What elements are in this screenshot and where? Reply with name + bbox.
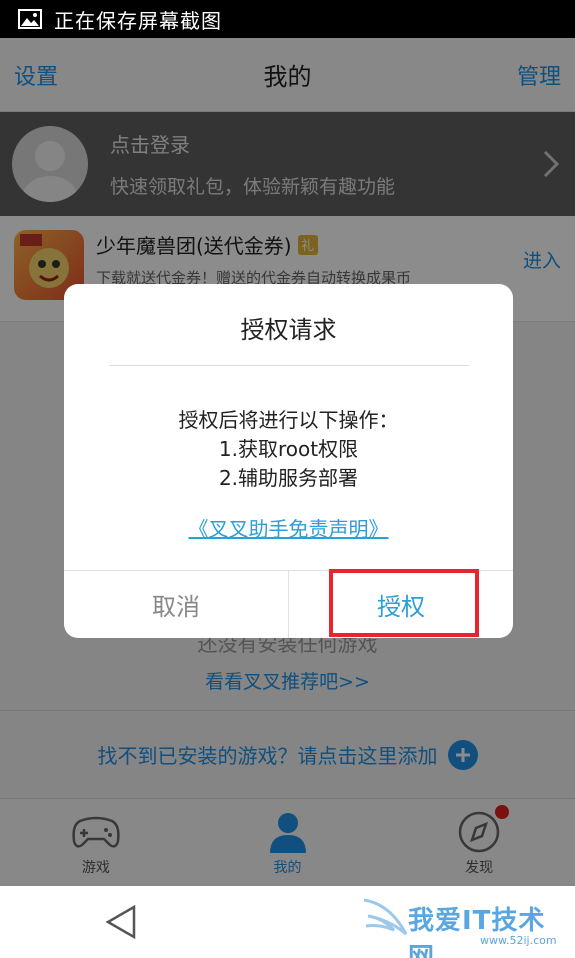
highlight-box [329,569,479,637]
dialog-line: 2.辅助服务部署 [218,466,359,490]
authorization-dialog: 授权请求 授权后将进行以下操作： 1.获取root权限 2.辅助服务部署 《叉叉… [64,284,513,638]
status-text: 正在保存屏幕截图 [54,8,222,33]
nav-bar: 我爱IT技术网 www.52ij.com [0,886,575,958]
disclaimer-link[interactable]: 《叉叉助手免责声明》 [64,513,513,542]
dialog-line: 授权后将进行以下操作： [178,408,399,432]
image-icon [18,9,42,29]
dialog-line: 1.获取root权限 [218,437,359,461]
watermark-text: 我爱IT技术网 [408,906,546,958]
watermark: 我爱IT技术网 www.52ij.com [360,894,570,958]
watermark-url: www.52ij.com [480,934,557,947]
divider [108,365,469,366]
authorize-button[interactable]: 授权 [289,569,513,638]
dialog-body: 授权后将进行以下操作： 1.获取root权限 2.辅助服务部署 [64,406,513,493]
dialog-buttons: 取消 授权 [64,569,513,638]
status-bar: 正在保存屏幕截图 [0,0,575,38]
back-icon[interactable] [104,904,138,940]
cancel-button[interactable]: 取消 [64,571,289,638]
dialog-title: 授权请求 [240,316,337,344]
